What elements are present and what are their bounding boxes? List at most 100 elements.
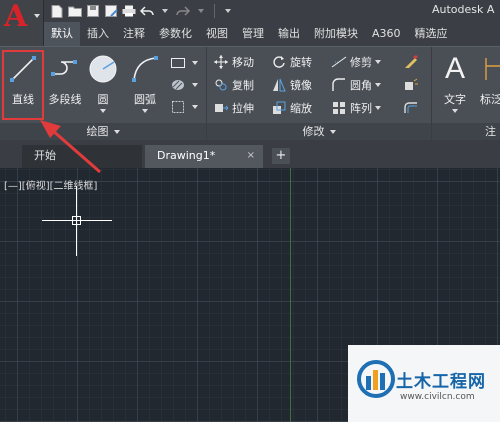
text-tool-button[interactable]: A 文字	[435, 51, 475, 113]
circle-tool-button[interactable]: 圆	[83, 51, 123, 113]
dimension-tool-button[interactable]: 标泛	[476, 51, 500, 107]
tab-addins[interactable]: 附加模块	[307, 22, 365, 46]
arc-tool-label: 圆弧	[134, 93, 156, 106]
stretch-icon	[213, 100, 229, 116]
arc-icon	[127, 51, 163, 87]
modify-panel-label[interactable]: 修改	[207, 123, 431, 141]
tab-featured[interactable]: 精选应	[408, 22, 455, 46]
stretch-button[interactable]: 拉伸	[213, 98, 254, 118]
chevron-down-icon	[329, 130, 336, 134]
watermark-title: 土木工程网	[396, 372, 486, 392]
rotate-label: 旋转	[290, 56, 312, 69]
tab-drawing1[interactable]: Drawing1* ×	[145, 145, 263, 168]
application-menu-button[interactable]: A	[0, 0, 44, 46]
scale-button[interactable]: 缩放	[271, 98, 312, 118]
circle-icon	[85, 51, 121, 87]
dropdown-icon[interactable]	[158, 4, 172, 18]
crosshair-pickbox	[72, 216, 81, 225]
mirror-label: 镜像	[290, 79, 312, 92]
tab-parametric[interactable]: 参数化	[152, 22, 199, 46]
erase-button[interactable]	[403, 52, 422, 72]
move-label: 移动	[232, 56, 254, 69]
autocad-logo-icon: A	[4, 0, 28, 34]
chevron-down-icon	[375, 60, 381, 64]
chevron-down-icon	[375, 83, 381, 87]
toolbar-divider	[214, 4, 215, 18]
file-tab-bar: 开始 Drawing1* × +	[0, 140, 500, 168]
new-tab-button[interactable]: +	[272, 148, 290, 164]
array-button[interactable]: 阵列	[331, 98, 381, 118]
modify-panel: 移动 旋转 修剪 复制 镜像 圆角 拉伸 缩放 阵列 修改	[207, 47, 432, 141]
tab-insert[interactable]: 插入	[80, 22, 116, 46]
move-button[interactable]: 移动	[213, 52, 254, 72]
redo-icon[interactable]	[176, 4, 190, 18]
rotate-icon	[271, 54, 287, 70]
explode-icon	[403, 77, 419, 93]
ribbon-panel-area: 直线 多段线 圆 圆弧 绘图 移动 旋转 修剪 复制 镜像 圆角 拉伸 缩放 阵…	[0, 46, 500, 141]
copy-label: 复制	[232, 79, 254, 92]
print-icon[interactable]	[122, 4, 136, 18]
open-folder-icon[interactable]	[68, 4, 82, 18]
mirror-button[interactable]: 镜像	[271, 75, 312, 95]
copy-icon	[213, 77, 229, 93]
mirror-icon	[271, 77, 287, 93]
tab-start[interactable]: 开始	[22, 145, 142, 168]
tab-manage[interactable]: 管理	[235, 22, 271, 46]
close-icon[interactable]: ×	[247, 145, 255, 167]
scale-icon	[271, 100, 287, 116]
tab-default[interactable]: 默认	[44, 22, 80, 46]
offset-button[interactable]	[403, 98, 422, 118]
chevron-down-icon	[192, 61, 198, 65]
more-dropdown-icon[interactable]	[221, 4, 235, 18]
watermark-logo-icon	[357, 360, 395, 398]
y-axis-line	[290, 168, 291, 422]
rectangle-icon	[170, 55, 186, 71]
fillet-label: 圆角	[350, 79, 372, 92]
tab-a360[interactable]: A360	[365, 22, 408, 46]
tab-view[interactable]: 视图	[199, 22, 235, 46]
chevron-down-icon[interactable]	[452, 109, 458, 113]
watermark: 土木工程网 www.civilcn.com	[348, 345, 500, 422]
chevron-down-icon	[192, 83, 198, 87]
dimension-icon	[476, 51, 500, 87]
annotation-panel-label[interactable]: 注	[432, 123, 500, 141]
polyline-tool-label: 多段线	[48, 93, 82, 106]
chevron-down-icon[interactable]	[142, 109, 148, 113]
tab-annotate[interactable]: 注释	[116, 22, 152, 46]
trim-button[interactable]: 修剪	[331, 52, 381, 72]
save-as-icon[interactable]	[104, 4, 118, 18]
fillet-button[interactable]: 圆角	[331, 75, 381, 95]
new-file-icon[interactable]	[50, 4, 64, 18]
chevron-down-icon[interactable]	[100, 109, 106, 113]
explode-button[interactable]	[403, 75, 422, 95]
draw-panel: 直线 多段线 圆 圆弧 绘图	[0, 47, 207, 141]
rectangle-tool-button[interactable]	[170, 53, 198, 73]
polyline-icon	[47, 51, 83, 87]
dimension-tool-label: 标泛	[480, 93, 500, 106]
array-label: 阵列	[350, 102, 372, 115]
undo-icon[interactable]	[140, 4, 154, 18]
offset-icon	[403, 100, 419, 116]
trim-label: 修剪	[350, 56, 372, 69]
dropdown-icon[interactable]	[194, 4, 208, 18]
trim-icon	[331, 54, 347, 70]
title-bar: Autodesk A	[0, 0, 500, 22]
polyline-tool-button[interactable]: 多段线	[43, 51, 87, 107]
arc-tool-button[interactable]: 圆弧	[125, 51, 165, 113]
copy-button[interactable]: 复制	[213, 75, 254, 95]
boundary-tool-button[interactable]	[170, 97, 198, 117]
text-a-icon: A	[444, 52, 465, 85]
chevron-down-icon	[375, 106, 381, 110]
hatch-tool-button[interactable]	[170, 75, 198, 95]
save-icon[interactable]	[86, 4, 100, 18]
annotation-panel: A 文字 标泛 注	[432, 47, 500, 141]
tab-output[interactable]: 输出	[271, 22, 307, 46]
rotate-button[interactable]: 旋转	[271, 52, 312, 72]
stretch-label: 拉伸	[232, 102, 254, 115]
circle-tool-label: 圆	[97, 93, 109, 106]
line-tool-highlight	[2, 50, 44, 120]
chevron-down-icon	[34, 14, 40, 18]
draw-panel-label[interactable]: 绘图	[0, 123, 206, 141]
scale-label: 缩放	[290, 102, 312, 115]
viewport-controls[interactable]: [—][俯视][二维线框]	[4, 177, 97, 192]
